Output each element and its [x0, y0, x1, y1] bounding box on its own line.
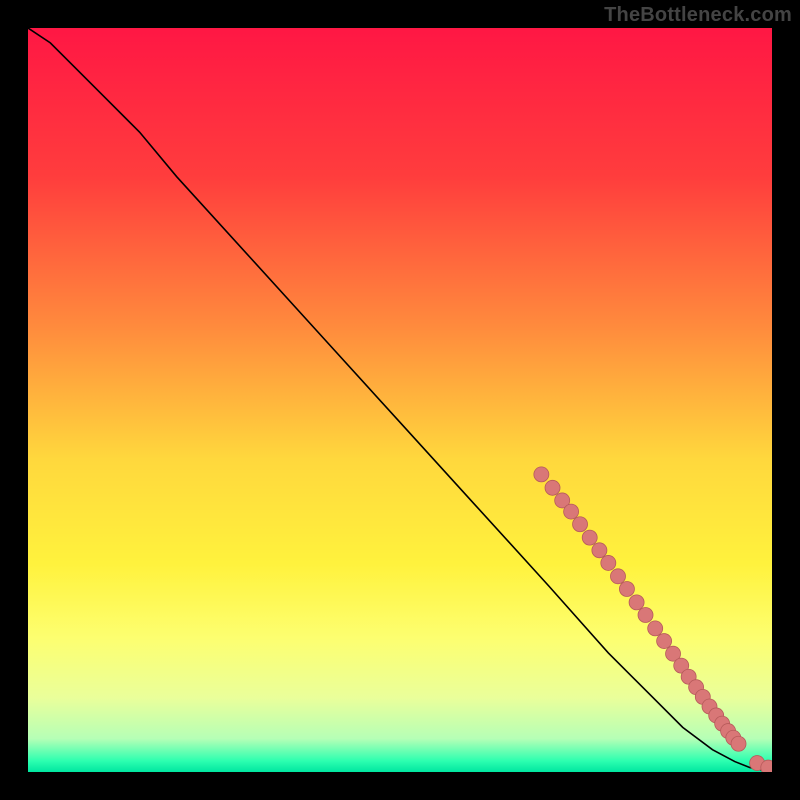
plot-area [28, 28, 772, 772]
gradient-background [28, 28, 772, 772]
data-marker [534, 467, 549, 482]
data-marker [610, 569, 625, 584]
data-marker [601, 555, 616, 570]
data-marker [619, 581, 634, 596]
data-marker [573, 517, 588, 532]
data-marker [582, 530, 597, 545]
data-marker [638, 608, 653, 623]
data-marker [657, 634, 672, 649]
data-marker [592, 543, 607, 558]
watermark-text: TheBottleneck.com [604, 4, 792, 27]
data-marker [564, 504, 579, 519]
data-marker [545, 480, 560, 495]
data-marker [648, 621, 663, 636]
chart-svg [28, 28, 772, 772]
data-marker [731, 736, 746, 751]
chart-frame: TheBottleneck.com [0, 0, 800, 800]
data-marker [629, 595, 644, 610]
